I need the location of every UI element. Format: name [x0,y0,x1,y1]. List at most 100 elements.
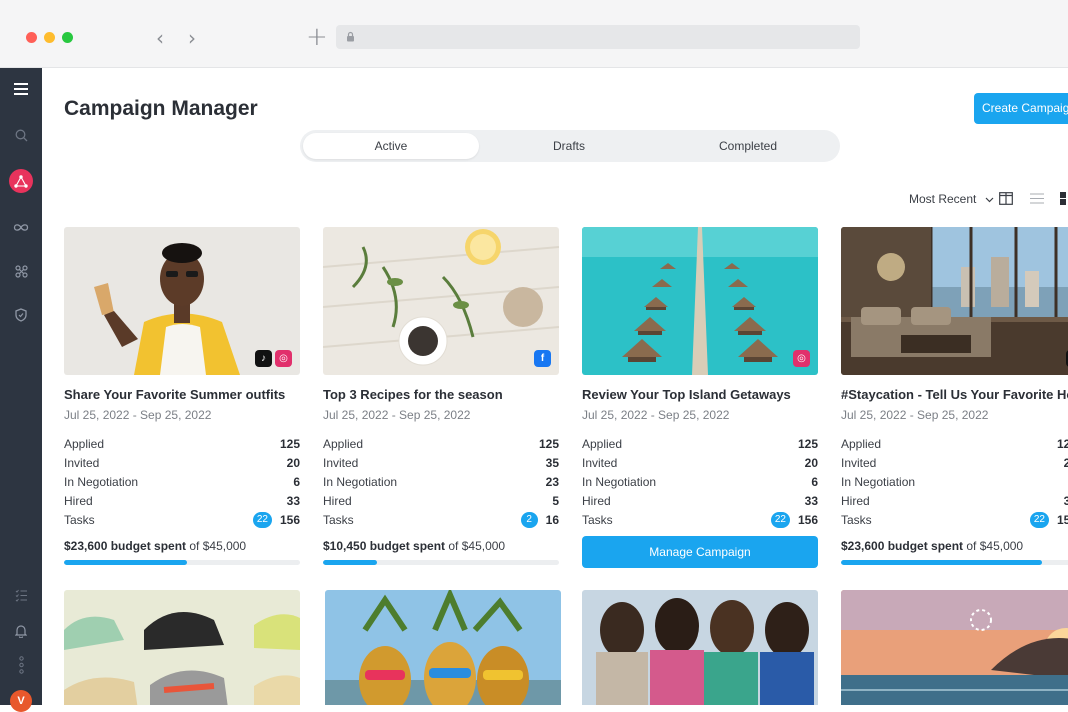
campaign-stats: Applied 125 Invited 20 In Negotiation 6 Hir… [582,434,818,529]
campaign-image: ◎ [582,227,818,375]
instagram-icon: ◎ [275,350,292,367]
stat-label: Tasks [582,512,613,527]
hired-count: 33 [1063,493,1068,508]
stat-row: Tasks 2 16 [323,510,559,529]
stat-row: Applied 125 [64,434,300,453]
stat-row: Tasks 22 156 [64,510,300,529]
stat-label: In Negotiation [64,474,139,489]
shield-icon[interactable] [0,306,42,324]
campaign-title[interactable]: Share Your Favorite Summer outfits [64,387,300,402]
stat-row: Hired 33 [582,491,818,510]
tab-active[interactable]: Active [303,133,479,159]
budget-spent: $23,600 budget spent [64,539,187,553]
tasks-badge[interactable]: 22 [252,511,272,528]
stat-label: In Negotiation [323,474,398,489]
stat-row: Hired 33 [841,491,1068,510]
budget-summary: $23,600 budget spent of $45,000 [841,539,1068,553]
user-avatar[interactable]: V [0,690,42,712]
campaign-title[interactable]: Top 3 Recipes for the season [323,387,559,402]
tasks-badge[interactable]: 2 [520,511,538,528]
stat-label: In Negotiation [582,474,657,489]
tab-completed[interactable]: Completed [659,133,837,159]
campaign-image: ♪ [841,227,1068,375]
budget-progress-fill [841,560,1042,565]
budget-total: of $45,000 [445,539,506,553]
lock-icon [347,31,354,42]
browser-chrome: ‹ › + [0,0,1068,68]
stat-row: Tasks 22 156 [841,510,1068,529]
window-close-button[interactable] [26,32,37,43]
campaign-card[interactable]: ♪ #Staycation - Tell Us Your Favorite Ho… [841,227,1068,565]
applied-count: 125 [538,436,559,451]
campaign-card-image[interactable] [582,590,818,705]
chevron-down-icon [985,197,994,203]
stat-row: Applied 125 [323,434,559,453]
back-button[interactable]: ‹ [156,26,164,50]
bell-icon[interactable] [0,622,42,640]
tasks-count: 156 [797,512,818,527]
stat-row: In Negotiation 6 [582,472,818,491]
hired-count: 33 [286,493,300,508]
campaign-card[interactable]: ◎ Review Your Top Island Getaways Jul 25… [582,227,818,568]
address-bar[interactable] [336,25,860,49]
create-campaign-button[interactable]: Create Campaign [974,93,1068,124]
tab-drafts[interactable]: Drafts [481,133,657,159]
list-view-icon[interactable] [1030,192,1044,205]
campaign-card-image[interactable] [64,590,300,705]
campaign-title[interactable]: Review Your Top Island Getaways [582,387,818,402]
stat-label: Hired [582,493,611,508]
infinity-icon[interactable] [0,218,42,236]
budget-progress-bar [64,560,300,565]
stat-row: Hired 33 [64,491,300,510]
invited-count: 20 [1063,455,1068,470]
campaign-card[interactable]: ♪ ◎ Share Your Favorite Summer outfits J… [64,227,300,565]
columns-view-icon[interactable] [999,192,1013,205]
stat-label: Invited [64,455,100,470]
invited-count: 20 [804,455,818,470]
applied-count: 125 [797,436,818,451]
stat-label: Applied [841,436,882,451]
tasks-badge[interactable]: 22 [1029,511,1049,528]
invited-count: 20 [286,455,300,470]
window-zoom-button[interactable] [62,32,73,43]
more-dots-icon[interactable] [0,654,42,676]
stat-label: Hired [323,493,352,508]
stat-row: Invited 20 [582,453,818,472]
hired-count: 5 [552,493,559,508]
menu-icon[interactable] [0,80,42,98]
tiktok-icon: ♪ [255,350,272,367]
window-minimize-button[interactable] [44,32,55,43]
tasks-badge[interactable]: 22 [770,511,790,528]
tasks-count: 156 [279,512,300,527]
stat-row: Invited 20 [841,453,1068,472]
campaign-stats: Applied 125 Invited 35 In Negotiation 23 Hi… [323,434,559,529]
campaign-dates: Jul 25, 2022 - Sep 25, 2022 [323,408,471,422]
budget-spent: $23,600 budget spent [841,539,964,553]
sort-dropdown[interactable]: Most Recent [909,192,994,206]
campaign-card-image[interactable] [841,590,1068,705]
checklist-icon[interactable] [0,586,42,604]
budget-total: of $45,000 [186,539,247,553]
search-icon[interactable] [0,126,42,144]
invited-count: 35 [545,455,559,470]
stat-row: Applied 125 [582,434,818,453]
new-tab-button[interactable]: + [306,22,328,52]
campaign-stats: Applied 125 Invited 20 In Negotiation 6 Hir… [64,434,300,529]
budget-total: of $45,000 [963,539,1024,553]
stat-row: Hired 5 [323,491,559,510]
forward-button[interactable]: › [188,26,196,50]
campaign-title[interactable]: #Staycation - Tell Us Your Favorite Hote… [841,387,1068,402]
stat-row: Applied 125 [841,434,1068,453]
campaign-card-image[interactable] [325,590,561,705]
campaign-card[interactable]: f Top 3 Recipes for the season Jul 25, 2… [323,227,559,565]
stat-row: Tasks 22 156 [582,510,818,529]
sort-label: Most Recent [909,192,977,206]
grid-view-icon[interactable] [1060,192,1068,205]
page-title: Campaign Manager [64,97,258,120]
budget-progress-bar [841,560,1068,565]
manage-campaign-button[interactable]: Manage Campaign [582,536,818,568]
stat-label: Applied [323,436,364,451]
network-icon[interactable] [0,168,42,194]
share-icon[interactable] [0,262,42,280]
budget-spent: $10,450 budget spent [323,539,446,553]
